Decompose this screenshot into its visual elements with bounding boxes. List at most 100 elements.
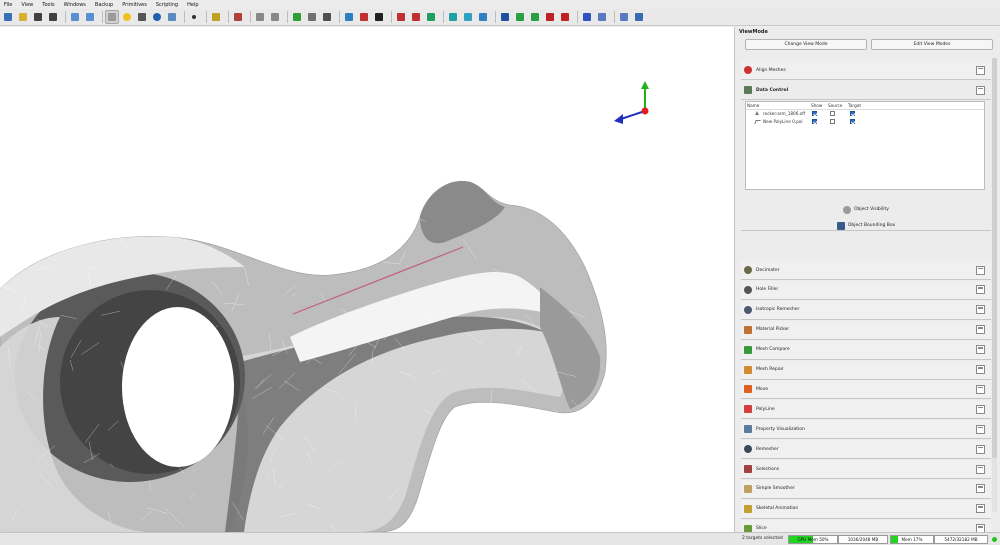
menu-backup[interactable]: Backup [95, 2, 113, 8]
material-icon[interactable] [232, 11, 244, 23]
plugin-skeletal-animation[interactable]: Skeletal Animation [741, 499, 991, 519]
viewer-layout-icon[interactable] [69, 11, 81, 23]
cube-green-icon[interactable] [499, 11, 511, 23]
plugin-toggle-button[interactable] [976, 285, 985, 295]
save-as-icon[interactable] [47, 11, 59, 23]
mesh-compare-icon[interactable] [343, 11, 355, 23]
skeleton-alt-icon[interactable] [596, 11, 608, 23]
plugin-align-meshes[interactable]: Align Meshes [741, 61, 991, 80]
light-bulb-icon[interactable] [121, 11, 133, 23]
source-checkbox[interactable] [830, 111, 835, 116]
plugin-toggle-button[interactable] [976, 325, 985, 335]
column-target-header[interactable]: Target [848, 103, 861, 108]
table-row[interactable]: New PolyLine 0.pol [746, 118, 984, 126]
cube-red-icon[interactable] [529, 11, 541, 23]
pick-tool-icon[interactable] [136, 11, 148, 23]
new-document-icon[interactable] [2, 11, 14, 23]
redo-icon[interactable] [269, 11, 281, 23]
boolean-diff-icon[interactable] [410, 11, 422, 23]
save-icon[interactable] [32, 11, 44, 23]
plugin-toggle-button[interactable] [976, 384, 985, 394]
plugin-decimater[interactable]: Decimater [741, 261, 991, 280]
plugin-toggle-button[interactable] [976, 424, 985, 434]
polyline-icon[interactable] [373, 11, 385, 23]
draw-mode-icon[interactable] [166, 11, 178, 23]
plugin-mesh-compare[interactable]: Mesh Compare [741, 340, 991, 360]
plugin-toggle-button[interactable] [976, 85, 985, 95]
object-visibility-button[interactable]: Object Visibility [741, 205, 991, 214]
plugin-toggle-button[interactable] [976, 464, 985, 474]
boolean-intersect-icon[interactable] [425, 11, 437, 23]
plugin-simple-smoother[interactable]: Simple Smoother [741, 479, 991, 499]
plugin-selections[interactable]: Selections [741, 460, 991, 479]
plugin-toggle-button[interactable] [976, 365, 985, 374]
dot-icon[interactable] [188, 11, 200, 23]
data-control-table[interactable]: Name Show Source Target rocker-arm_1806.… [745, 101, 985, 190]
plugin-toggle-button[interactable] [976, 404, 985, 414]
plugin-toggle-button[interactable] [976, 444, 985, 454]
plugin-toggle-button[interactable] [976, 265, 985, 275]
show-checkbox[interactable] [812, 119, 817, 124]
plugin-toggle-button[interactable] [976, 345, 985, 355]
plugin-toggle-button[interactable] [976, 305, 985, 315]
menu-windows[interactable]: Windows [64, 2, 86, 8]
panel-scrollbar[interactable] [992, 58, 997, 512]
edit-view-modes-button[interactable]: Edit View Modes [871, 39, 993, 50]
panel-scrollbar-thumb[interactable] [992, 58, 997, 458]
mesh-flat-icon[interactable] [477, 11, 489, 23]
plugin-material-picker[interactable]: Material Picker [741, 320, 991, 340]
cube-blue-icon[interactable] [559, 11, 571, 23]
column-show-header[interactable]: Show [811, 103, 822, 108]
mesh-blue-icon[interactable] [447, 11, 459, 23]
3d-viewport[interactable] [0, 27, 734, 532]
change-view-mode-button[interactable]: Change View Mode [745, 39, 867, 50]
undo-icon[interactable] [254, 11, 266, 23]
mesh-print-icon[interactable] [306, 11, 318, 23]
open-folder-icon[interactable] [17, 11, 29, 23]
show-checkbox[interactable] [812, 111, 817, 116]
plugin-remesher[interactable]: Remesher [741, 440, 991, 460]
toolbar-separator [228, 11, 229, 23]
column-name-header[interactable]: Name [747, 103, 759, 108]
plugin-toggle-button[interactable] [976, 65, 985, 75]
menu-primitives[interactable]: Primitives [122, 2, 147, 8]
figure-icon[interactable] [633, 11, 645, 23]
source-checkbox[interactable] [830, 119, 835, 124]
mesh-scene[interactable] [0, 27, 734, 532]
info-icon[interactable] [151, 11, 163, 23]
menu-view[interactable]: View [21, 2, 33, 8]
boolean-union-icon[interactable] [395, 11, 407, 23]
plugin-mesh-repair[interactable]: Mesh Repair [741, 360, 991, 380]
plugin-isotropic-remesher[interactable]: Isotropic Remesher [741, 300, 991, 320]
move-tool-icon[interactable] [105, 10, 119, 24]
plugin-polyline[interactable]: PolyLine [741, 400, 991, 420]
plugin-toggle-button[interactable] [976, 504, 985, 514]
plugin-move[interactable]: Move [741, 380, 991, 400]
flag-icon[interactable] [291, 11, 303, 23]
mesh-cyan-icon[interactable] [462, 11, 474, 23]
object-bounding-box-button[interactable]: Object Bounding Box [741, 221, 991, 230]
skeleton-icon[interactable] [581, 11, 593, 23]
draw-mode-glyph [168, 13, 176, 21]
measure-icon[interactable] [210, 11, 222, 23]
keyframe-icon[interactable] [618, 11, 630, 23]
snapshot-icon[interactable] [321, 11, 333, 23]
viewer-screenshot-icon[interactable] [84, 11, 96, 23]
plugin-data-control[interactable]: Data Control [741, 81, 991, 100]
menu-scripting[interactable]: Scripting [156, 2, 178, 8]
cube-green-outline-icon[interactable] [514, 11, 526, 23]
skeleton-alt-glyph [598, 13, 606, 21]
menu-help[interactable]: Help [187, 2, 198, 8]
target-checkbox[interactable] [850, 119, 855, 124]
target-checkbox[interactable] [850, 111, 855, 116]
plugin-property-visualization[interactable]: Property Visualization [741, 420, 991, 440]
cube-red-outline-icon[interactable] [544, 11, 556, 23]
table-row[interactable]: rocker-arm_1806.off [746, 110, 984, 118]
menu-file[interactable]: File [4, 2, 12, 8]
column-source-header[interactable]: Source [828, 103, 842, 108]
menu-tools[interactable]: Tools [42, 2, 54, 8]
mesh-repair-icon[interactable] [358, 11, 370, 23]
plugin-toggle-button[interactable] [976, 484, 985, 494]
plugin-hole-filler[interactable]: Hole Filler [741, 280, 991, 300]
toolbar-separator [184, 11, 185, 23]
